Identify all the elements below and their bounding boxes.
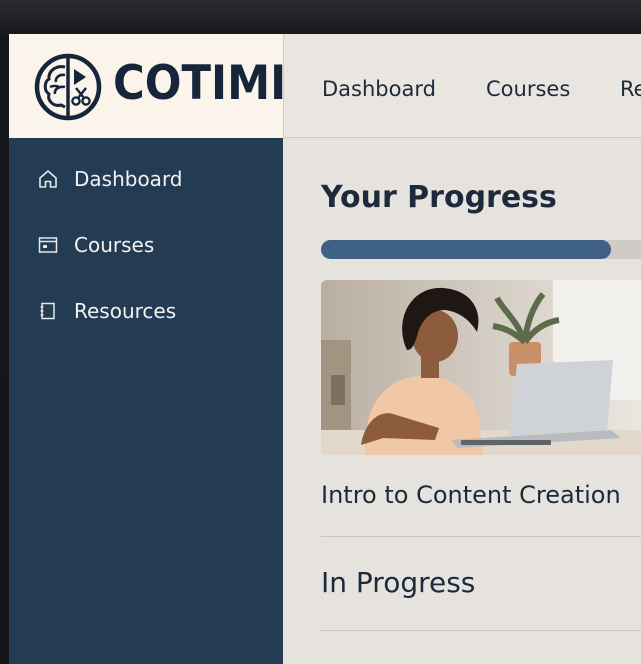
sidebar-item-label: Dashboard: [74, 167, 183, 191]
sidebar-item-label: Courses: [74, 233, 155, 257]
divider: [321, 536, 641, 537]
sidebar: Dashboard Courses Resources: [9, 138, 283, 664]
home-icon: [37, 168, 59, 190]
notebook-icon: [37, 300, 59, 322]
sidebar-item-dashboard[interactable]: Dashboard: [37, 164, 183, 194]
top-navigation: Dashboard Courses Re: [283, 34, 641, 138]
logo-area[interactable]: COTIMI: [9, 34, 287, 138]
topnav-dashboard-link[interactable]: Dashboard: [322, 77, 436, 101]
main-content: Your Progress Intro to Content Creation …: [283, 138, 641, 664]
progress-bar: [321, 240, 641, 259]
progress-heading: Your Progress: [321, 180, 557, 215]
divider: [321, 630, 641, 631]
sidebar-item-courses[interactable]: Courses: [37, 230, 154, 260]
topnav-courses-link[interactable]: Courses: [486, 77, 570, 101]
brand-name: COTIMI: [113, 56, 287, 111]
course-thumbnail[interactable]: [321, 280, 641, 455]
sidebar-item-label: Resources: [74, 299, 177, 323]
in-progress-heading: In Progress: [321, 566, 476, 599]
course-photo: [321, 280, 641, 455]
sidebar-item-resources[interactable]: Resources: [37, 296, 176, 326]
window-icon: [37, 234, 59, 256]
brain-logo-icon: [34, 53, 102, 121]
progress-bar-fill: [321, 240, 612, 259]
app-screen: COTIMI Dashboard Courses Re Dashboard Co…: [9, 34, 641, 664]
course-title[interactable]: Intro to Content Creation: [321, 481, 621, 509]
topnav-resources-link[interactable]: Re: [620, 77, 641, 101]
